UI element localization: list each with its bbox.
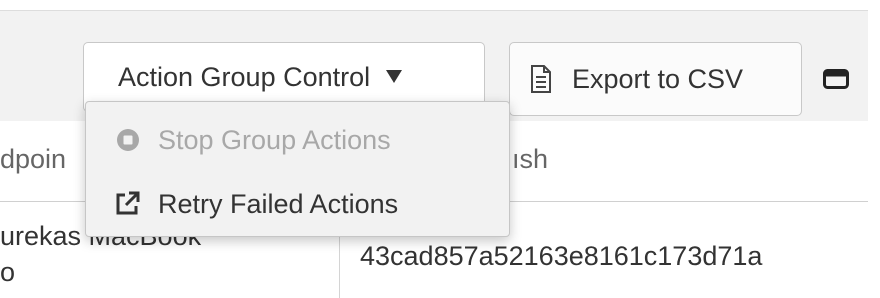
external-link-icon [86, 191, 140, 217]
export-csv-label: Export to CSV [572, 63, 744, 94]
menu-item-label: Retry Failed Actions [158, 188, 399, 219]
menu-item-stop-group-actions[interactable]: Stop Group Actions [86, 110, 509, 170]
action-group-dropdown-menu: Stop Group Actions Retry Failed Actions [85, 101, 510, 237]
action-group-control-label: Action Group Control [118, 61, 371, 92]
header-endpoint[interactable]: dpoin [0, 144, 66, 175]
hash-cell: 43cad857a52163e8161c173d71a [360, 241, 763, 271]
export-csv-button[interactable]: Export to CSV [509, 42, 802, 116]
stop-circle-icon [86, 128, 140, 152]
document-icon [530, 65, 552, 93]
panel-toggle-icon[interactable] [823, 69, 849, 89]
header-hash[interactable]: ısh [512, 144, 548, 175]
endpoint-cell-line2: o [0, 257, 16, 287]
menu-item-retry-failed-actions[interactable]: Retry Failed Actions [86, 174, 509, 234]
menu-item-label: Stop Group Actions [158, 124, 391, 155]
caret-down-icon [386, 70, 403, 84]
